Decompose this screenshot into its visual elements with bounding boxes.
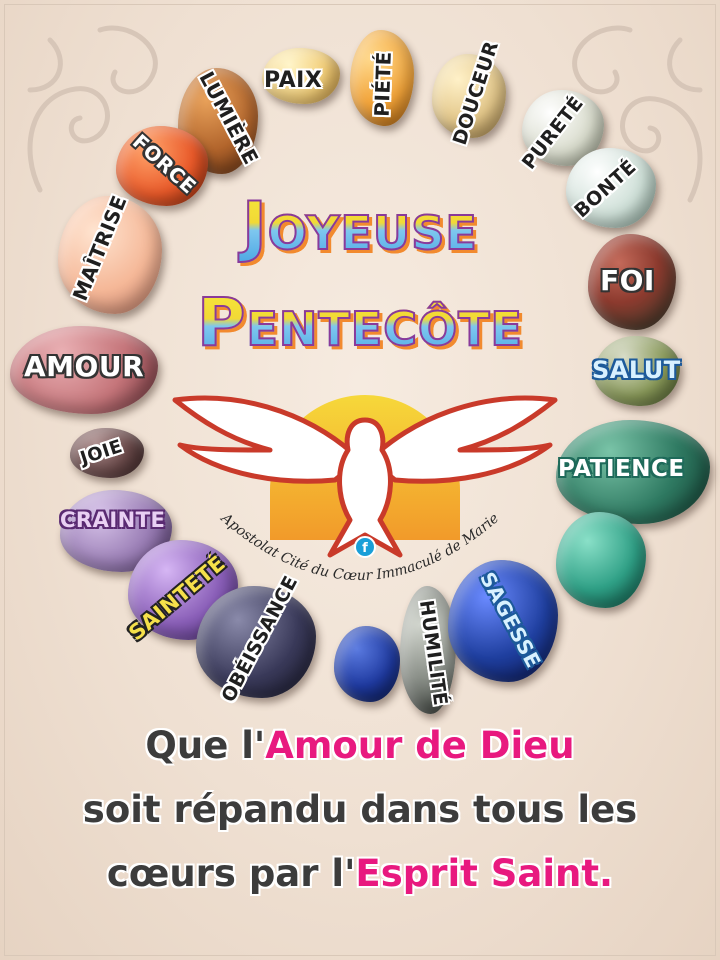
organization-curve: Apostolat Cité du Cœur Immaculé de Marie xyxy=(216,509,502,584)
virtue-patience: PATIENCE xyxy=(558,456,685,482)
organization-name: Apostolat Cité du Cœur Immaculé de Marie xyxy=(216,509,502,584)
message-line-3-text: cœurs par l' xyxy=(106,852,356,895)
message-highlight-esprit: Esprit Saint. xyxy=(355,852,614,895)
message-line-2: soit répandu dans tous les xyxy=(82,788,638,831)
message-line-1-text: Que l' xyxy=(145,724,266,767)
message-line-3: cœurs par l'Esprit Saint. xyxy=(0,846,720,901)
message-highlight-amour: Amour de Dieu xyxy=(265,724,575,767)
virtue-amour: AMOUR xyxy=(24,350,145,383)
svg-text:Apostolat Cité du Cœur Immacul: Apostolat Cité du Cœur Immaculé de Marie xyxy=(216,509,502,584)
virtue-salut: SALUT xyxy=(592,356,681,384)
virtue-crainte: CRAINTE xyxy=(60,508,166,532)
stone-lapis xyxy=(334,626,400,702)
message-line-1: Que l'Amour de Dieu xyxy=(0,718,720,773)
stone-turquoise xyxy=(556,512,646,608)
pentecost-card: f Apostolat Cité du Cœur Immaculé de Mar… xyxy=(0,0,720,960)
virtue-piete: PIÉTÉ xyxy=(369,50,396,118)
virtue-foi: FOI xyxy=(600,264,655,297)
virtue-paix: PAIX xyxy=(264,68,323,93)
